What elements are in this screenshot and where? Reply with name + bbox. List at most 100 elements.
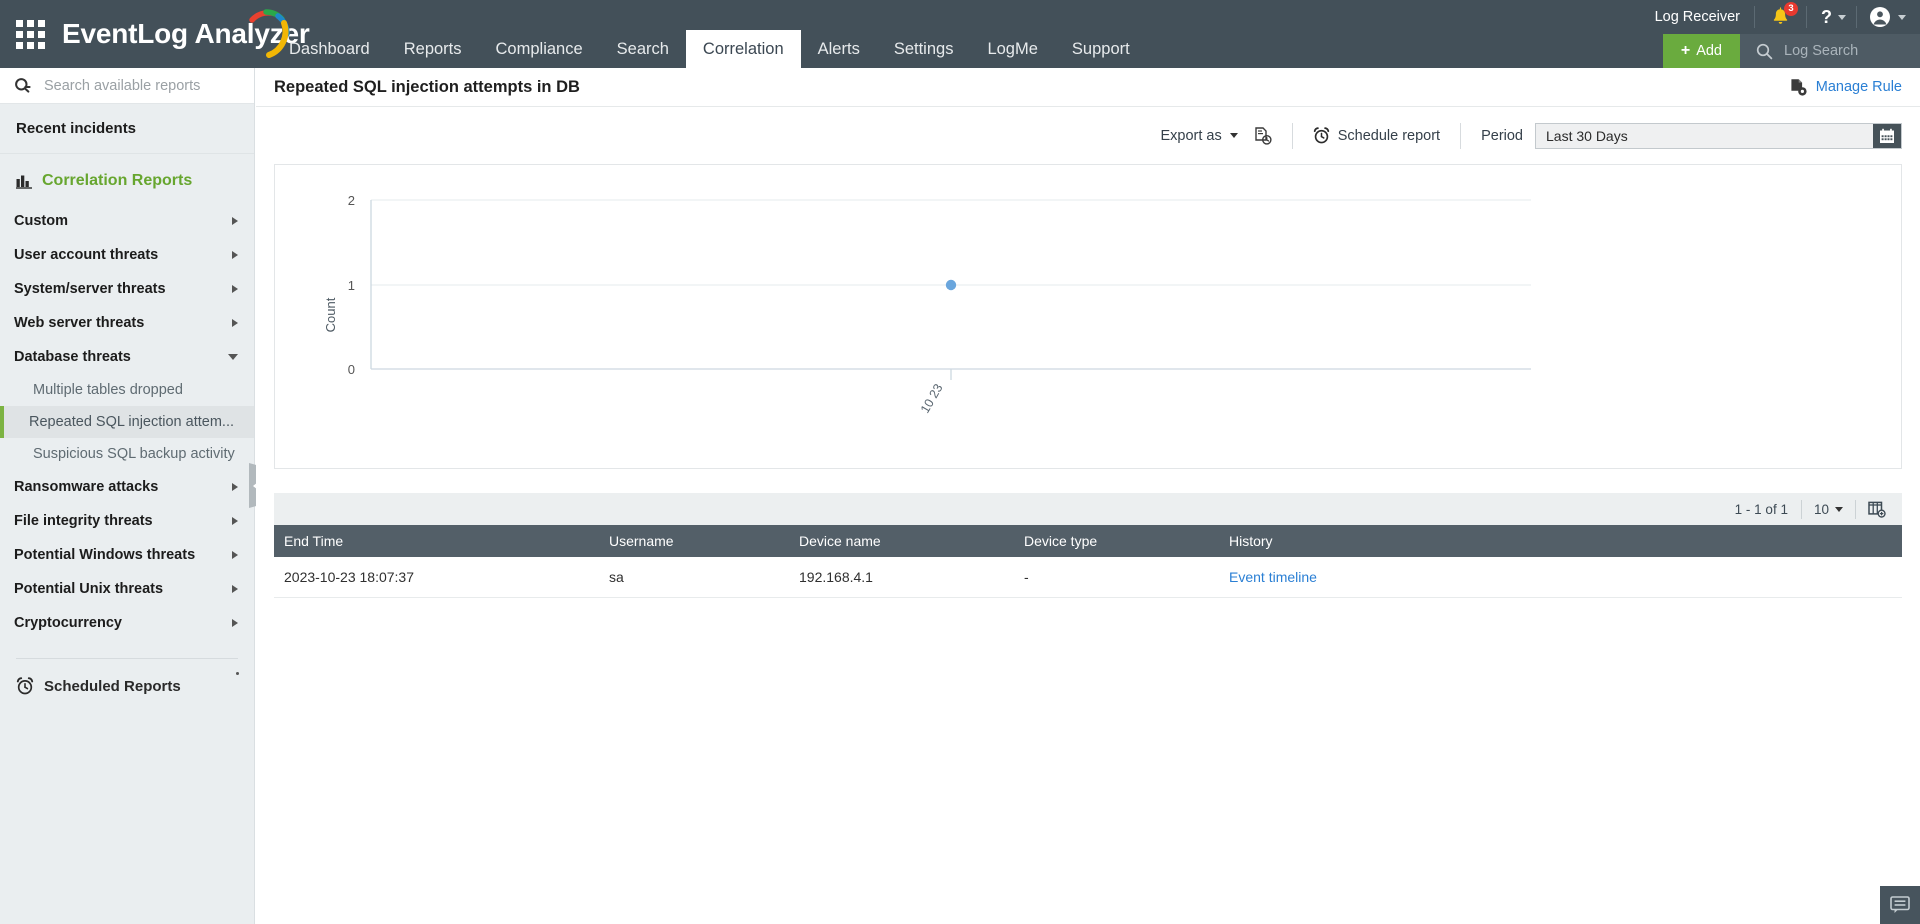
export-as-dropdown[interactable]: Export as <box>1160 127 1238 144</box>
sidebar-item-recent-incidents[interactable]: Recent incidents <box>0 104 254 154</box>
column-header-device-type[interactable]: Device type <box>1014 525 1219 557</box>
export-as-label: Export as <box>1160 127 1222 144</box>
grid-dot <box>37 19 45 27</box>
nav-tab-compliance[interactable]: Compliance <box>479 30 600 68</box>
sidebar-item-repeated-sql-injection[interactable]: Repeated SQL injection attem... <box>0 406 254 438</box>
help-menu[interactable]: ? <box>1807 7 1856 28</box>
chevron-right-icon <box>232 619 238 627</box>
export-history-button[interactable] <box>1254 126 1272 145</box>
chevron-right-icon <box>232 585 238 593</box>
sidebar-group-ransomware-attacks[interactable]: Ransomware attacks <box>0 470 254 504</box>
log-search-box[interactable]: Log Search <box>1740 34 1920 68</box>
page-title: Repeated SQL injection attempts in DB <box>274 77 580 96</box>
grid-dot <box>26 30 34 38</box>
chat-support-button[interactable] <box>1880 886 1920 924</box>
sidebar-group-label: Database threats <box>14 349 131 365</box>
apps-grid-icon[interactable] <box>12 16 48 52</box>
main-content: Repeated SQL injection attempts in DB Ma… <box>256 68 1920 924</box>
nav-tab-reports[interactable]: Reports <box>387 30 479 68</box>
sidebar-item-scheduled-reports[interactable]: Scheduled Reports <box>0 659 254 695</box>
chevron-right-icon <box>232 251 238 259</box>
nav-tab-dashboard[interactable]: Dashboard <box>272 30 387 68</box>
table-body: 2023-10-23 18:07:37 sa 192.168.4.1 - Eve… <box>274 557 1902 597</box>
calendar-icon <box>1880 128 1894 143</box>
results-table: End Time Username Device name Device typ… <box>274 525 1902 598</box>
search-icon <box>1756 43 1773 59</box>
document-gear-icon <box>1791 78 1807 96</box>
chevron-right-icon <box>232 551 238 559</box>
section-title: Correlation Reports <box>42 172 193 189</box>
table-header-row: End Time Username Device name Device typ… <box>274 525 1902 557</box>
chevron-down-icon <box>1898 14 1906 20</box>
cell-end-time: 2023-10-23 18:07:37 <box>284 568 414 585</box>
sidebar-group-potential-windows-threats[interactable]: Potential Windows threats <box>0 538 254 572</box>
top-bar-right-cluster: Log Receiver 3 ? <box>1641 0 1920 34</box>
nav-tab-settings[interactable]: Settings <box>877 30 971 68</box>
chevron-right-icon <box>232 483 238 491</box>
period-label: Period <box>1481 127 1523 144</box>
add-button[interactable]: + Add <box>1662 34 1740 68</box>
sidebar-group-database-threats[interactable]: Database threats <box>0 340 254 374</box>
period-picker[interactable] <box>1535 122 1902 149</box>
sidebar-group-web-server-threats[interactable]: Web server threats <box>0 306 254 340</box>
page-size-dropdown[interactable]: 10 <box>1802 502 1855 517</box>
table-header: End Time Username Device name Device typ… <box>274 525 1902 557</box>
manage-rule-button[interactable]: Manage Rule <box>1789 78 1902 97</box>
nav-tab-logme[interactable]: LogMe <box>970 30 1054 68</box>
chevron-right-icon <box>232 517 238 525</box>
sidebar-item-suspicious-sql-backup[interactable]: Suspicious SQL backup activity <box>0 438 254 470</box>
column-header-end-time[interactable]: End Time <box>274 525 599 557</box>
column-header-username[interactable]: Username <box>599 525 789 557</box>
bar-chart-icon <box>16 175 32 189</box>
table-row[interactable]: 2023-10-23 18:07:37 sa 192.168.4.1 - Eve… <box>274 557 1902 597</box>
divider <box>1291 122 1293 149</box>
period-input[interactable] <box>1536 123 1873 148</box>
help-icon: ? <box>1821 6 1832 27</box>
sidebar-group-cryptocurrency[interactable]: Cryptocurrency <box>0 606 254 640</box>
column-header-history[interactable]: History <box>1219 525 1902 557</box>
document-clock-icon <box>1255 126 1272 145</box>
page-size-value: 10 <box>1813 501 1829 517</box>
manage-rule-label: Manage Rule <box>1815 79 1902 95</box>
divider <box>1460 122 1462 149</box>
log-receiver-link[interactable]: Log Receiver <box>1641 9 1754 25</box>
sidebar-group-system-server-threats[interactable]: System/server threats <box>0 272 254 306</box>
chevron-down-icon <box>1229 133 1238 138</box>
column-settings-button[interactable] <box>1856 501 1894 518</box>
user-menu[interactable] <box>1857 6 1920 28</box>
nav-tab-support[interactable]: Support <box>1055 30 1147 68</box>
calendar-button[interactable] <box>1873 123 1901 148</box>
sidebar-group-custom[interactable]: Custom <box>0 204 254 238</box>
sidebar-group-label: System/server threats <box>14 281 166 297</box>
chevron-down-icon <box>228 354 238 360</box>
search-icon <box>15 77 31 93</box>
results-table-card: 1 - 1 of 1 10 End Time Username Device n… <box>274 493 1902 598</box>
schedule-report-button[interactable]: Schedule report <box>1313 127 1440 144</box>
sidebar-group-label: File integrity threats <box>14 513 153 529</box>
search-input[interactable] <box>44 77 234 94</box>
sidebar-group-file-integrity-threats[interactable]: File integrity threats <box>0 504 254 538</box>
log-search-placeholder: Log Search <box>1784 43 1859 59</box>
nav-tab-alerts[interactable]: Alerts <box>801 30 877 68</box>
sidebar-item-label: Scheduled Reports <box>44 677 181 695</box>
sidebar-group-potential-unix-threats[interactable]: Potential Unix threats <box>0 572 254 606</box>
column-header-device-name[interactable]: Device name <box>789 525 1014 557</box>
sidebar-item-multiple-tables-dropped[interactable]: Multiple tables dropped <box>0 374 254 406</box>
nav-tab-search[interactable]: Search <box>600 30 686 68</box>
chart-data-point[interactable] <box>945 279 957 291</box>
cell-history-event-timeline-link[interactable]: Event timeline <box>1219 557 1902 597</box>
grid-dot <box>37 30 45 38</box>
chevron-right-icon <box>232 319 238 327</box>
sidebar-group-user-account-threats[interactable]: User account threats <box>0 238 254 272</box>
add-button-label: Add <box>1696 43 1722 59</box>
sidebar-group-label: Ransomware attacks <box>14 479 159 495</box>
chart-card: Count 2 1 0 10 23 <box>274 164 1902 469</box>
schedule-report-label: Schedule report <box>1337 127 1441 144</box>
nav-tab-correlation[interactable]: Correlation <box>685 30 801 68</box>
sidebar-search[interactable] <box>0 68 254 104</box>
notifications-button[interactable]: 3 <box>1755 2 1806 27</box>
correlation-count-chart[interactable]: Count 2 1 0 10 23 <box>275 165 1901 468</box>
sidebar-group-label: User account threats <box>14 247 159 263</box>
scroll-indicator-dot <box>236 672 239 675</box>
cell-device-type: - <box>1024 568 1029 585</box>
